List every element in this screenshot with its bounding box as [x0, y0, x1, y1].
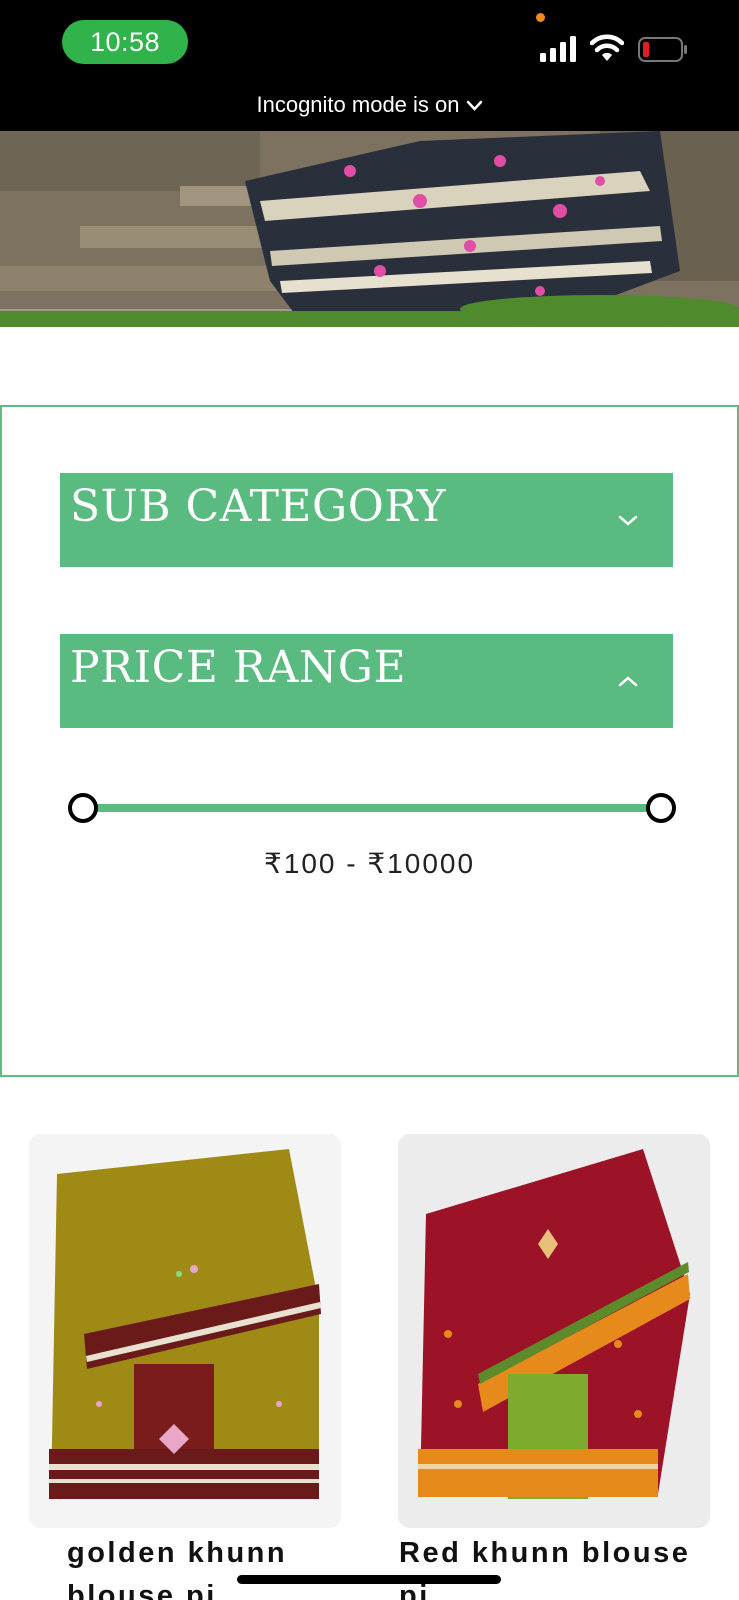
hero-banner-image [0, 131, 739, 327]
chevron-down-icon [466, 100, 482, 112]
product-name[interactable]: golden khunn [67, 1537, 287, 1570]
home-indicator[interactable] [237, 1575, 501, 1584]
battery-low-icon [638, 37, 687, 62]
product-card-image[interactable] [29, 1134, 341, 1528]
sub-category-title: SUB CATEGORY [70, 481, 447, 532]
chevron-down-icon [618, 515, 638, 526]
product-card-image[interactable] [398, 1134, 710, 1528]
status-time: 10:58 [62, 20, 188, 64]
slider-min-handle[interactable] [68, 793, 98, 823]
slider-max-handle[interactable] [646, 793, 676, 823]
price-range-title: PRICE RANGE [70, 642, 407, 693]
price-range-accordion[interactable]: PRICE RANGE [60, 634, 673, 728]
incognito-banner[interactable]: Incognito mode is on [0, 92, 739, 118]
incognito-text: Incognito mode is on [256, 92, 460, 117]
sub-category-accordion[interactable]: SUB CATEGORY [60, 473, 673, 567]
price-range-slider[interactable] [66, 793, 676, 823]
status-bar: 10:58 Incognito mode is on [0, 0, 739, 131]
privacy-indicator-dot [536, 13, 545, 22]
product-name[interactable]: Red khunn blouse [399, 1537, 690, 1570]
price-range-value: ₹100 - ₹10000 [263, 848, 476, 879]
slider-track[interactable] [84, 804, 662, 812]
filter-panel: SUB CATEGORY PRICE RANGE ₹100 - ₹10000 [0, 405, 739, 1077]
signal-icon [540, 36, 576, 62]
wifi-icon [590, 34, 624, 61]
chevron-up-icon [618, 676, 638, 687]
product-name-line2[interactable]: blouse pi [67, 1580, 217, 1600]
